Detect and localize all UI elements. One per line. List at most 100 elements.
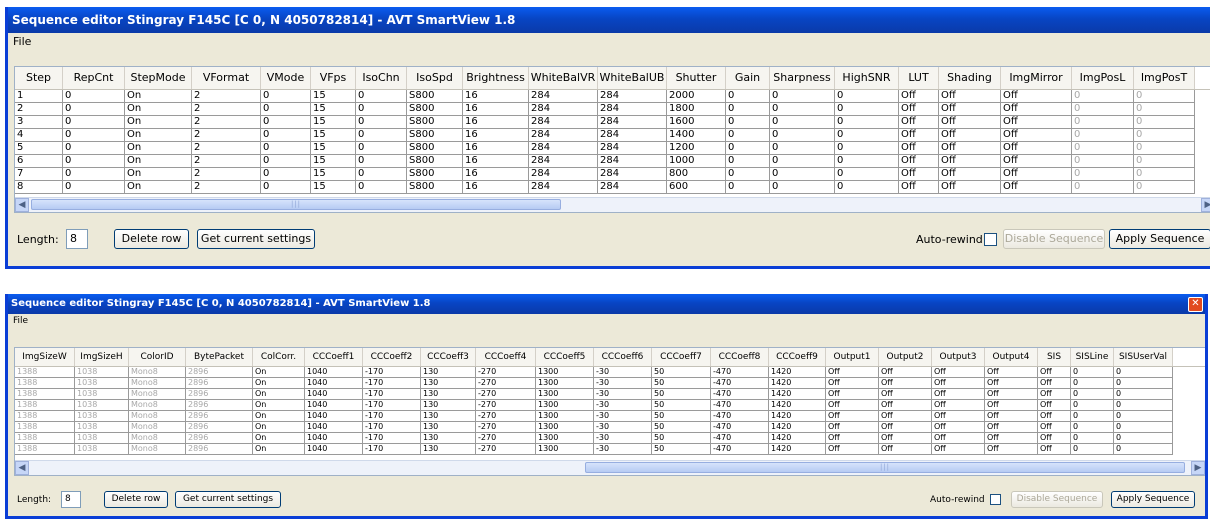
horizontal-scrollbar[interactable]: ◀ ||| ▶ (15, 460, 1205, 475)
cell-output3[interactable]: Off (932, 411, 985, 422)
cell-shutter[interactable]: 800 (667, 168, 726, 181)
cell-cccoeff6[interactable]: -30 (594, 367, 652, 378)
cell-colorid[interactable]: Mono8 (129, 389, 186, 400)
cell-output3[interactable]: Off (932, 400, 985, 411)
cell-output1[interactable]: Off (826, 367, 879, 378)
cell-imgmirror[interactable]: Off (1001, 181, 1072, 194)
table-row[interactable]: 8 0 On 2 0 15 0 S800 16 284 284 600 0 0 0 Off Off Off 0 0 (15, 181, 1210, 194)
cell-gain[interactable]: 0 (726, 116, 770, 129)
cell-cccoeff5[interactable]: 1300 (536, 433, 594, 444)
cell-brightness[interactable]: 16 (463, 181, 529, 194)
horizontal-scrollbar[interactable]: ◀ ||| ▶ (15, 197, 1210, 212)
column-header-cccoeff2[interactable]: CCCoeff2 (363, 348, 421, 366)
cell-sharpness[interactable]: 0 (770, 142, 835, 155)
cell-lut[interactable]: Off (899, 103, 939, 116)
cell-vmode[interactable]: 0 (261, 155, 311, 168)
column-header-cccoeff6[interactable]: CCCoeff6 (594, 348, 652, 366)
cell-cccoeff7[interactable]: 50 (652, 411, 711, 422)
table-row[interactable]: 1388 1038 Mono8 2896 On 1040 -170 130 -270 1300 -3… (15, 378, 1205, 389)
cell-cccoeff6[interactable]: -30 (594, 400, 652, 411)
cell-imgsizeh[interactable]: 1038 (75, 400, 129, 411)
cell-bytepacket[interactable]: 2896 (186, 367, 253, 378)
delete-row-button[interactable]: Delete row (104, 491, 168, 508)
cell-shading[interactable]: Off (939, 168, 1001, 181)
cell-bytepacket[interactable]: 2896 (186, 400, 253, 411)
cell-imgsizew[interactable]: 1388 (15, 367, 75, 378)
cell-repcnt[interactable]: 0 (63, 155, 125, 168)
cell-vfps[interactable]: 15 (311, 142, 356, 155)
cell-output4[interactable]: Off (985, 367, 1038, 378)
cell-cccoeff1[interactable]: 1040 (305, 411, 363, 422)
cell-highsnr[interactable]: 0 (835, 116, 899, 129)
cell-repcnt[interactable]: 0 (63, 103, 125, 116)
column-header-imgpost[interactable]: ImgPosT (1134, 67, 1195, 89)
cell-stepmode[interactable]: On (125, 129, 192, 142)
cell-brightness[interactable]: 16 (463, 90, 529, 103)
cell-sisline[interactable]: 0 (1071, 367, 1114, 378)
cell-sharpness[interactable]: 0 (770, 155, 835, 168)
cell-vfps[interactable]: 15 (311, 116, 356, 129)
cell-cccoeff9[interactable]: 1420 (769, 400, 826, 411)
table-row[interactable]: 1388 1038 Mono8 2896 On 1040 -170 130 -270 1300 -3… (15, 367, 1205, 378)
cell-repcnt[interactable]: 0 (63, 129, 125, 142)
cell-imgposl[interactable]: 0 (1072, 103, 1134, 116)
scroll-right-icon[interactable]: ▶ (1191, 461, 1205, 475)
cell-step[interactable]: 3 (15, 116, 63, 129)
menu-file[interactable]: File (13, 35, 31, 48)
cell-cccoeff6[interactable]: -30 (594, 411, 652, 422)
cell-stepmode[interactable]: On (125, 116, 192, 129)
column-header-imgsizew[interactable]: ImgSizeW (15, 348, 75, 366)
table-row[interactable]: 1388 1038 Mono8 2896 On 1040 -170 130 -270 1300 -3… (15, 433, 1205, 444)
table-row[interactable]: 7 0 On 2 0 15 0 S800 16 284 284 800 0 0 0 Off Off Off 0 0 (15, 168, 1210, 181)
column-header-cccoeff7[interactable]: CCCoeff7 (652, 348, 711, 366)
cell-bytepacket[interactable]: 2896 (186, 422, 253, 433)
cell-colcorr[interactable]: On (253, 411, 305, 422)
table-row[interactable]: 4 0 On 2 0 15 0 S800 16 284 284 1400 0 0 0 Off Off Off 0 0 (15, 129, 1210, 142)
table-row[interactable]: 1 0 On 2 0 15 0 S800 16 284 284 2000 0 0 0 Off Off Off 0 0 (15, 90, 1210, 103)
cell-cccoeff7[interactable]: 50 (652, 389, 711, 400)
cell-lut[interactable]: Off (899, 129, 939, 142)
cell-gain[interactable]: 0 (726, 142, 770, 155)
cell-isochn[interactable]: 0 (356, 90, 407, 103)
cell-vformat[interactable]: 2 (192, 129, 261, 142)
cell-repcnt[interactable]: 0 (63, 168, 125, 181)
cell-highsnr[interactable]: 0 (835, 142, 899, 155)
cell-imgpost[interactable]: 0 (1134, 168, 1195, 181)
cell-shading[interactable]: Off (939, 142, 1001, 155)
cell-whitebalvr[interactable]: 284 (529, 90, 598, 103)
cell-imgposl[interactable]: 0 (1072, 168, 1134, 181)
cell-isospd[interactable]: S800 (407, 168, 463, 181)
cell-sisline[interactable]: 0 (1071, 378, 1114, 389)
cell-imgposl[interactable]: 0 (1072, 90, 1134, 103)
cell-cccoeff7[interactable]: 50 (652, 433, 711, 444)
column-header-lut[interactable]: LUT (899, 67, 939, 89)
column-header-stepmode[interactable]: StepMode (125, 67, 192, 89)
cell-vformat[interactable]: 2 (192, 155, 261, 168)
cell-cccoeff5[interactable]: 1300 (536, 378, 594, 389)
cell-output1[interactable]: Off (826, 378, 879, 389)
cell-cccoeff3[interactable]: 130 (421, 411, 476, 422)
cell-shutter[interactable]: 2000 (667, 90, 726, 103)
column-header-isochn[interactable]: IsoChn (356, 67, 407, 89)
cell-whitebalvr[interactable]: 284 (529, 116, 598, 129)
cell-sis[interactable]: Off (1038, 400, 1071, 411)
column-header-output1[interactable]: Output1 (826, 348, 879, 366)
cell-bytepacket[interactable]: 2896 (186, 444, 253, 455)
cell-output1[interactable]: Off (826, 389, 879, 400)
cell-brightness[interactable]: 16 (463, 168, 529, 181)
cell-cccoeff1[interactable]: 1040 (305, 367, 363, 378)
cell-output3[interactable]: Off (932, 378, 985, 389)
cell-colcorr[interactable]: On (253, 444, 305, 455)
column-header-repcnt[interactable]: RepCnt (63, 67, 125, 89)
cell-cccoeff8[interactable]: -470 (711, 422, 769, 433)
cell-output2[interactable]: Off (879, 433, 932, 444)
cell-output3[interactable]: Off (932, 444, 985, 455)
cell-gain[interactable]: 0 (726, 181, 770, 194)
cell-cccoeff9[interactable]: 1420 (769, 367, 826, 378)
cell-colorid[interactable]: Mono8 (129, 444, 186, 455)
cell-vmode[interactable]: 0 (261, 116, 311, 129)
column-header-cccoeff1[interactable]: CCCoeff1 (305, 348, 363, 366)
cell-output4[interactable]: Off (985, 411, 1038, 422)
cell-cccoeff4[interactable]: -270 (476, 400, 536, 411)
cell-sisuserval[interactable]: 0 (1114, 400, 1173, 411)
